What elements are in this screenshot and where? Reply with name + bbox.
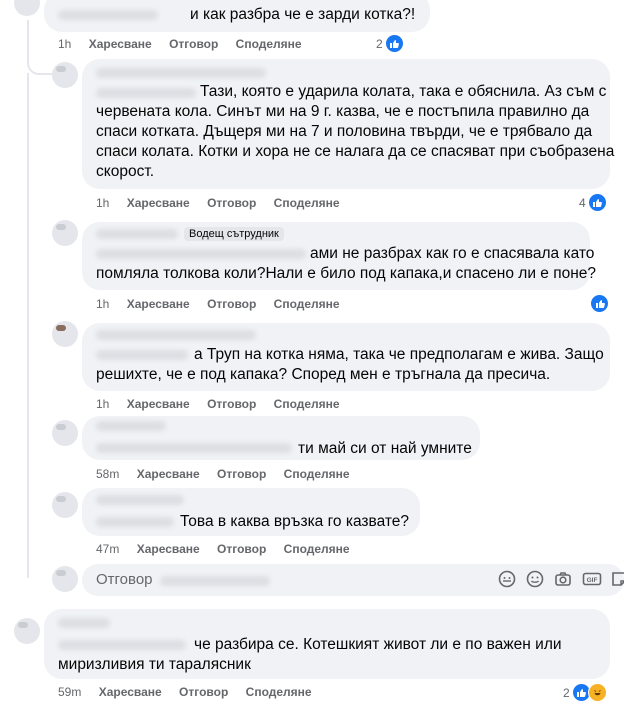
- comment-text: ти май си от най умните: [298, 440, 472, 457]
- like-button[interactable]: Харесване: [137, 542, 200, 556]
- share-button[interactable]: Споделяне: [274, 397, 340, 411]
- like-button[interactable]: Харесване: [137, 467, 200, 481]
- comment-time[interactable]: 58m: [96, 467, 119, 481]
- comment-text: помляла толкова коли?Нали е било под кап…: [96, 265, 597, 282]
- commenter-name-redacted: [96, 495, 184, 505]
- share-button[interactable]: Споделяне: [284, 542, 350, 556]
- commenter-name-redacted: [96, 249, 306, 259]
- comment-meta: 47m Харесване Отговор Споделяне: [96, 542, 350, 556]
- commenter-name-redacted: [96, 350, 188, 360]
- like-button[interactable]: Харесване: [89, 37, 152, 51]
- avatar[interactable]: [14, 618, 40, 644]
- comment-text: спаси колата. Котки и хора не се налага …: [96, 143, 615, 160]
- commenter-name-redacted: [96, 517, 174, 527]
- comment-time[interactable]: 1h: [96, 297, 109, 311]
- reaction-number: 2: [376, 36, 383, 51]
- comment-meta: 59m Харесване Отговор Споделяне: [58, 685, 312, 699]
- comment-meta: 1h Харесване Отговор Споделяне: [58, 37, 302, 51]
- share-button[interactable]: Споделяне: [274, 196, 340, 210]
- comment-time[interactable]: 1h: [96, 196, 109, 210]
- reply-button[interactable]: Отговор: [179, 685, 228, 699]
- commenter-name-redacted: [96, 421, 166, 431]
- commenter-name-redacted: [58, 10, 158, 20]
- like-button[interactable]: Харесване: [127, 297, 190, 311]
- reply-button[interactable]: Отговор: [169, 37, 218, 51]
- share-button[interactable]: Споделяне: [274, 297, 340, 311]
- reaction-count[interactable]: [591, 295, 608, 312]
- commenter-name-redacted: [58, 640, 186, 650]
- composer-toolbar: GIF: [498, 570, 624, 588]
- avatar[interactable]: [52, 492, 78, 518]
- reaction-count[interactable]: 2: [563, 683, 607, 702]
- share-button[interactable]: Споделяне: [236, 37, 302, 51]
- comment-meta: 1h Харесване Отговор Споделяне: [96, 196, 340, 210]
- svg-text:GIF: GIF: [587, 577, 598, 584]
- comment-text: миризливия ти таралясник: [58, 656, 251, 673]
- reply-button[interactable]: Отговор: [207, 397, 256, 411]
- reply-button[interactable]: Отговор: [217, 542, 266, 556]
- avatar[interactable]: [52, 420, 78, 446]
- thread-line: [27, 73, 29, 578]
- comment-text: Това в каква връзка го казвате?: [180, 513, 410, 530]
- comment-time[interactable]: 1h: [58, 37, 71, 51]
- thumbs-up-icon: [385, 35, 403, 52]
- laughing-emoji-icon: [587, 683, 607, 702]
- comment-meta: 58m Харесване Отговор Споделяне: [96, 467, 350, 481]
- like-button[interactable]: Харесване: [127, 196, 190, 210]
- commenter-name-redacted: [96, 443, 292, 453]
- thread-connector: [27, 20, 53, 75]
- draft-text-redacted: [160, 576, 270, 586]
- commenter-name-redacted: [96, 88, 196, 98]
- avatar[interactable]: [52, 220, 78, 246]
- comment-meta: 1h Харесване Отговор Споделяне: [96, 297, 340, 311]
- comment-text: и как разбра че е зарди котка?!: [190, 6, 416, 23]
- reply-placeholder: Отговор: [96, 571, 153, 588]
- comment-text: а Труп на котка няма, така че предполага…: [194, 346, 604, 363]
- avatar: [52, 566, 78, 592]
- comment-time[interactable]: 1h: [96, 397, 109, 411]
- top-contributor-badge: Водещ сътрудник: [184, 227, 284, 241]
- comment-time[interactable]: 47m: [96, 542, 119, 556]
- like-button[interactable]: Харесване: [99, 685, 162, 699]
- avatar[interactable]: [52, 62, 78, 88]
- sticker-icon[interactable]: [498, 570, 516, 588]
- comment-meta: 1h Харесване Отговор Споделяне: [96, 397, 340, 411]
- commenter-name-redacted: [96, 330, 256, 340]
- avatar[interactable]: [14, 0, 40, 16]
- comment-text: ами не разбрах как го е спасявала като: [310, 245, 595, 262]
- reply-button[interactable]: Отговор: [217, 467, 266, 481]
- avatar[interactable]: [52, 321, 78, 347]
- comment-text: че разбира се. Котешкият живот ли е по в…: [194, 636, 562, 653]
- comment-text: скорост.: [96, 163, 155, 180]
- reply-button[interactable]: Отговор: [207, 297, 256, 311]
- thumbs-up-icon: [591, 295, 608, 312]
- comment-text: червената кола. Синът ми на 9 г. казва, …: [96, 103, 590, 120]
- emoji-icon[interactable]: [526, 570, 544, 588]
- comment-text: решихте, че е под капака? Според мен е т…: [96, 366, 551, 383]
- share-button[interactable]: Споделяне: [284, 467, 350, 481]
- comment-time[interactable]: 59m: [58, 685, 81, 699]
- gif-icon[interactable]: GIF: [582, 570, 602, 588]
- camera-icon[interactable]: [554, 570, 572, 588]
- commenter-name-redacted: [58, 618, 110, 628]
- share-button[interactable]: Споделяне: [246, 685, 312, 699]
- comment-text: спаси котката. Дъщеря ми на 7 и половина…: [96, 123, 593, 140]
- reaction-number: 2: [563, 685, 570, 700]
- comment-text: Тази, която е ударила колата, така е обя…: [200, 83, 607, 100]
- commenter-name-redacted: [96, 229, 178, 239]
- reaction-count[interactable]: 4: [579, 194, 606, 211]
- reaction-count[interactable]: 2: [376, 35, 403, 52]
- reply-button[interactable]: Отговор: [207, 196, 256, 210]
- commenter-name-redacted: [96, 68, 266, 78]
- like-button[interactable]: Харесване: [127, 397, 190, 411]
- reaction-number: 4: [579, 195, 586, 210]
- thumbs-up-icon: [588, 194, 606, 211]
- sticker-square-icon[interactable]: [610, 570, 624, 588]
